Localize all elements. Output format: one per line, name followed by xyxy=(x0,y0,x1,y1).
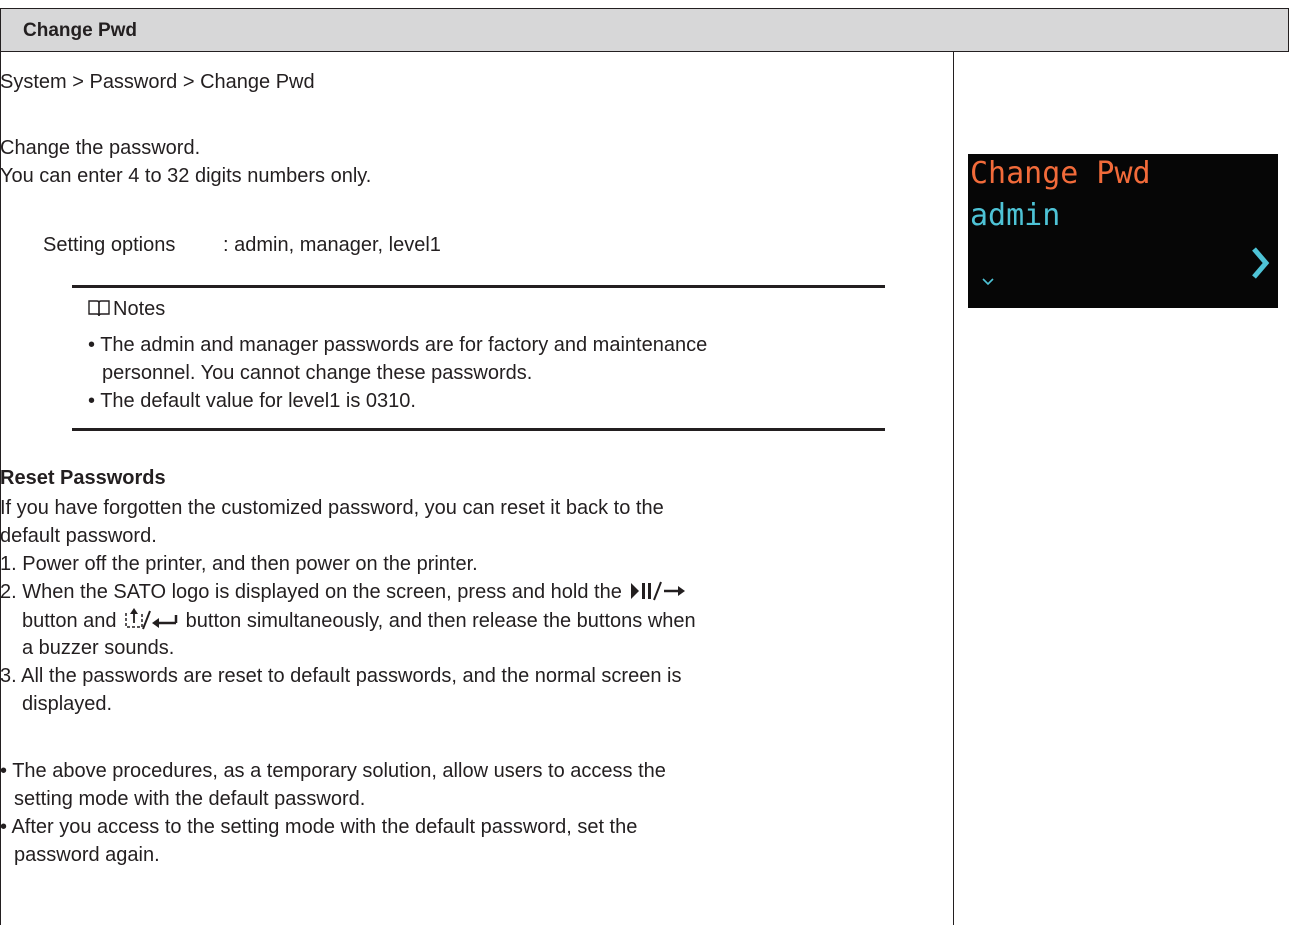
intro-line-1: Change the password. xyxy=(0,137,201,159)
notes-heading: Notes xyxy=(88,296,165,324)
notes-item-1: • The admin and manager passwords are fo… xyxy=(88,334,708,356)
table-column-divider xyxy=(953,52,954,925)
manual-page: Change Pwd System > Password > Change Pw… xyxy=(0,0,1291,925)
notes-item-1-cont: personnel. You cannot change these passw… xyxy=(102,362,533,384)
cancel-enter-icon xyxy=(125,608,178,630)
bullet-2-line-1: • After you access to the setting mode w… xyxy=(0,816,638,838)
reset-step-2-line-1: 2. When the SATO logo is displayed on th… xyxy=(0,579,687,607)
reset-step-2-text: 2. When the SATO logo is displayed on th… xyxy=(0,581,622,603)
bullet-2-line-2: password again. xyxy=(14,844,160,866)
reset-step-2-rest: button simultaneously, and then release … xyxy=(185,610,696,632)
reset-step-2-line-2: button and button simultaneously, and th… xyxy=(22,607,696,636)
display-title: Change Pwd xyxy=(970,156,1151,191)
reset-intro-line-2: default password. xyxy=(0,525,157,547)
reset-step-2-button-label: button and xyxy=(22,610,117,632)
notes-heading-label: Notes xyxy=(113,298,166,320)
reset-step-3-line-2: displayed. xyxy=(22,693,113,715)
play-pause-feed-icon xyxy=(631,581,686,601)
breadcrumb: System > Password > Change Pwd xyxy=(0,71,315,93)
printer-display-screen: Change Pwd admin xyxy=(968,154,1278,308)
reset-heading: Reset Passwords xyxy=(0,467,166,489)
chevron-down-icon xyxy=(982,278,994,286)
bullet-1-line-2: setting mode with the default password. xyxy=(14,788,366,810)
section-title: Change Pwd xyxy=(23,20,138,41)
notes-item-2: • The default value for level1 is 0310. xyxy=(88,390,416,412)
display-value: admin xyxy=(970,198,1061,233)
setting-options-value: : admin, manager, level1 xyxy=(223,234,441,256)
reset-intro-line-1: If you have forgotten the customized pas… xyxy=(0,497,664,519)
reset-step-3-line-1: 3. All the passwords are reset to defaul… xyxy=(0,665,682,687)
intro-line-2: You can enter 4 to 32 digits numbers onl… xyxy=(0,165,372,187)
chevron-right-icon xyxy=(1252,247,1270,279)
setting-options-label: Setting options xyxy=(43,234,176,256)
reset-step-1: 1. Power off the printer, and then power… xyxy=(0,553,478,575)
book-icon xyxy=(88,300,110,317)
bullet-1-line-1: • The above procedures, as a temporary s… xyxy=(0,760,666,782)
notes-bottom-rule xyxy=(72,428,885,431)
reset-step-2-line-3: a buzzer sounds. xyxy=(22,637,175,659)
section-header: Change Pwd xyxy=(0,8,1289,52)
notes-top-rule xyxy=(72,285,885,288)
